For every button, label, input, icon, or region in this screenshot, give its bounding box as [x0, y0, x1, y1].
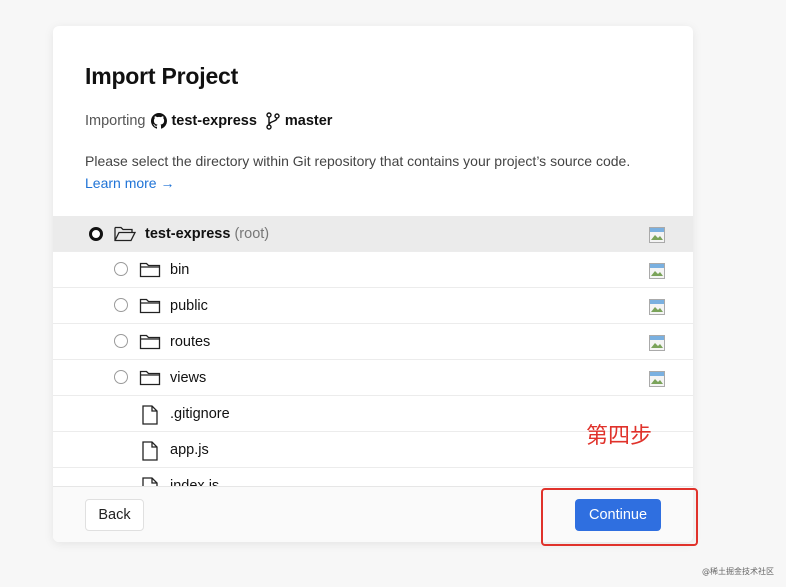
- annotation-highlight-box: [541, 488, 698, 546]
- broken-image-icon: [649, 371, 665, 387]
- learn-more-link[interactable]: Learn more →: [85, 172, 174, 194]
- page-title: Import Project: [85, 63, 239, 89]
- tree-row-name: routes: [170, 334, 211, 350]
- tree-row-name: app.js: [170, 442, 209, 458]
- radio-public[interactable]: [114, 298, 128, 312]
- github-icon: [151, 113, 168, 129]
- tree-row-name: .gitignore: [170, 406, 230, 422]
- git-branch-icon: [265, 112, 281, 130]
- folder-icon: [139, 369, 161, 391]
- importing-line: Importing test-express master: [85, 112, 340, 130]
- tree-row-routes[interactable]: routes: [53, 324, 693, 360]
- broken-image-icon: [649, 299, 665, 315]
- tree-row-name: index.js: [170, 478, 220, 486]
- watermark: @稀土掘金技术社区: [702, 567, 774, 576]
- tree-row-bin[interactable]: bin: [53, 252, 693, 288]
- description-text: Please select the directory within Git r…: [85, 153, 631, 169]
- tree-row-name: views: [170, 370, 207, 386]
- description: Please select the directory within Git r…: [85, 150, 675, 194]
- annotation-step-label: 第四步: [586, 424, 653, 449]
- tree-row-public[interactable]: public: [53, 288, 693, 324]
- importing-label: Importing: [85, 113, 146, 129]
- tree-row-name: bin: [170, 262, 190, 278]
- import-project-dialog: Import Project Importing test-express ma…: [53, 26, 693, 542]
- file-icon: [141, 405, 159, 429]
- tree-row-suffix: (root): [234, 226, 270, 242]
- file-icon: [141, 441, 159, 465]
- folder-icon: [139, 261, 161, 283]
- repo-name: test-express: [171, 113, 257, 129]
- radio-root[interactable]: [89, 227, 103, 241]
- folder-open-icon: [114, 225, 137, 247]
- file-icon: [141, 477, 159, 486]
- radio-bin[interactable]: [114, 262, 128, 276]
- broken-image-icon: [649, 263, 665, 279]
- tree-row-label: test-express (root): [145, 226, 269, 242]
- branch-name: master: [284, 113, 333, 129]
- radio-routes[interactable]: [114, 334, 128, 348]
- tree-row-views[interactable]: views: [53, 360, 693, 396]
- tree-row-name: test-express: [145, 226, 231, 242]
- folder-icon: [139, 333, 161, 355]
- tree-row-root[interactable]: test-express (root): [53, 216, 693, 252]
- tree-row-index-js: index.js: [53, 468, 693, 486]
- folder-icon: [139, 297, 161, 319]
- tree-row-name: public: [170, 298, 208, 314]
- back-button[interactable]: Back: [85, 499, 144, 531]
- broken-image-icon: [649, 335, 665, 351]
- broken-image-icon: [649, 227, 665, 243]
- radio-views[interactable]: [114, 370, 128, 384]
